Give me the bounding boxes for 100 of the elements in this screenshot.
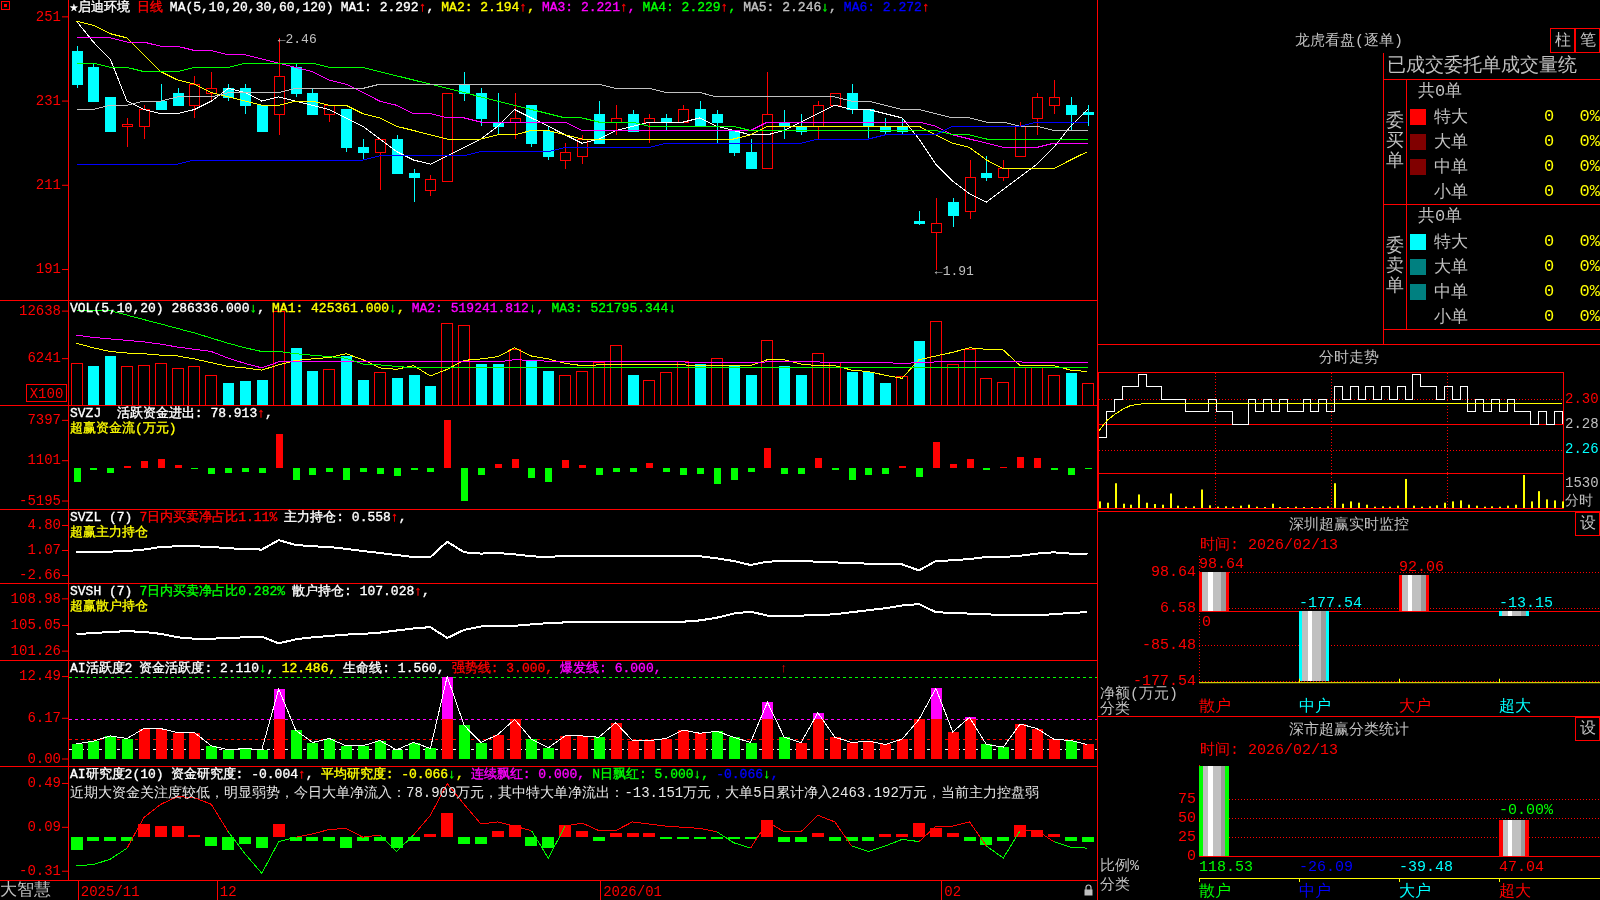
candle [543, 125, 554, 161]
legend-text: 7日内买卖净占比1.11% [139, 510, 278, 525]
volume-bar [239, 381, 251, 405]
axis-label: 2.30 [1565, 391, 1599, 408]
axis-label: 191 [35, 261, 61, 278]
fund-flow-bar [595, 468, 603, 475]
activity-bar [728, 737, 740, 759]
order-size-label: 中单 [1434, 282, 1468, 303]
volume-bar [104, 356, 116, 405]
activity-bar [997, 747, 1009, 759]
activity-bar [829, 737, 841, 759]
activity-bar [593, 737, 605, 759]
category-label: 大户 [1399, 698, 1431, 716]
legend-text: AI活跃度2 [70, 661, 133, 676]
axis-label: -5195 [19, 492, 61, 509]
legend-text: 爆发线: 6.000, [560, 661, 662, 676]
candle [88, 62, 99, 102]
activity-bar [441, 677, 453, 719]
candle [526, 104, 537, 148]
legend-text: ★启迪环境 [70, 0, 130, 15]
fund-flow-bar [494, 464, 502, 468]
legend-text: MA3: 2.221↑, [541, 0, 636, 15]
order-total: 共0单 [1418, 81, 1463, 103]
research-bar [273, 824, 285, 837]
fund-flow-bar [966, 459, 974, 468]
candle [122, 117, 133, 148]
volume-bar [222, 383, 234, 405]
date-label: 2025/11 [80, 884, 140, 900]
candle [644, 113, 655, 144]
research-bar [778, 837, 790, 842]
fund-flow-bar [662, 468, 670, 472]
fund-flow-bar [544, 468, 552, 482]
axis-label: 98.64 [1151, 564, 1196, 582]
view-toggle-button[interactable]: 柱 [1550, 28, 1575, 53]
candle [341, 109, 352, 153]
fund-flow-bar [1016, 457, 1024, 468]
fund-flow-bar [797, 468, 805, 474]
research-bar [593, 837, 605, 841]
activity-bar [980, 744, 992, 759]
candle [796, 113, 807, 136]
research-bar [1082, 837, 1094, 842]
net-amount-bar [1499, 611, 1529, 616]
group-label: 委买单 [1386, 112, 1404, 172]
research-bar [121, 837, 133, 841]
candle [560, 142, 571, 169]
volume-bar [492, 364, 504, 405]
activity-bar [256, 750, 268, 759]
settings-button[interactable]: 设 [1575, 717, 1600, 741]
order-percent: 0% [1579, 282, 1600, 301]
volume-bar [795, 375, 807, 405]
research-bar [340, 837, 352, 848]
activity-bar [1082, 744, 1094, 759]
candle [1032, 92, 1043, 136]
value-label: -39.48 [1399, 859, 1453, 876]
candle [476, 87, 487, 127]
order-count: 0 [1543, 132, 1555, 151]
activity-bar [290, 730, 302, 759]
fund-flow-bar [393, 468, 401, 476]
candle [392, 134, 403, 174]
axis-label: 101.26 [10, 642, 61, 659]
fund-flow-bar [881, 468, 889, 474]
app-name: 大智慧 [0, 881, 51, 900]
candle [1066, 96, 1077, 131]
order-count: 0 [1543, 257, 1555, 276]
fund-flow-bar [949, 464, 957, 468]
category-label: 中户 [1299, 883, 1331, 900]
fund-flow-bar [645, 463, 653, 468]
axis-label: 0.49 [27, 775, 61, 792]
view-toggle-button[interactable]: 笔 [1575, 28, 1600, 53]
candle [72, 45, 83, 89]
volume-bar [424, 386, 436, 405]
fund-flow-bar [1067, 468, 1075, 475]
square-icon[interactable] [1, 1, 10, 10]
fund-flow-bar [915, 468, 923, 477]
activity-bar [408, 743, 420, 759]
candle [409, 168, 420, 203]
section-title: 深市超赢分类统计 [1289, 720, 1409, 739]
fund-flow-bar [292, 468, 300, 480]
candle [712, 109, 723, 144]
fund-flow-bar [241, 468, 249, 472]
activity-bar [559, 736, 571, 759]
activity-bar [542, 748, 554, 759]
research-bar [829, 837, 841, 841]
axis-label: 50 [1178, 809, 1196, 827]
fund-flow-bar [460, 468, 468, 501]
settings-button[interactable]: 设 [1575, 512, 1600, 536]
fund-flow-bar [629, 468, 637, 472]
volume-bar [256, 380, 268, 405]
group-label: 委卖单 [1386, 237, 1404, 297]
candle [206, 71, 217, 102]
legend-text: SVSH (7) [70, 584, 133, 599]
legend-text: 强势线: 3.000, [451, 661, 554, 676]
fund-flow-bar [477, 468, 485, 475]
research-bar [104, 837, 116, 841]
fund-flow-bar [73, 468, 81, 482]
research-bar [846, 837, 858, 841]
fund-flow-bar [325, 468, 333, 472]
research-bar [323, 837, 335, 841]
volume-bar [778, 366, 790, 405]
research-bar [492, 831, 504, 837]
